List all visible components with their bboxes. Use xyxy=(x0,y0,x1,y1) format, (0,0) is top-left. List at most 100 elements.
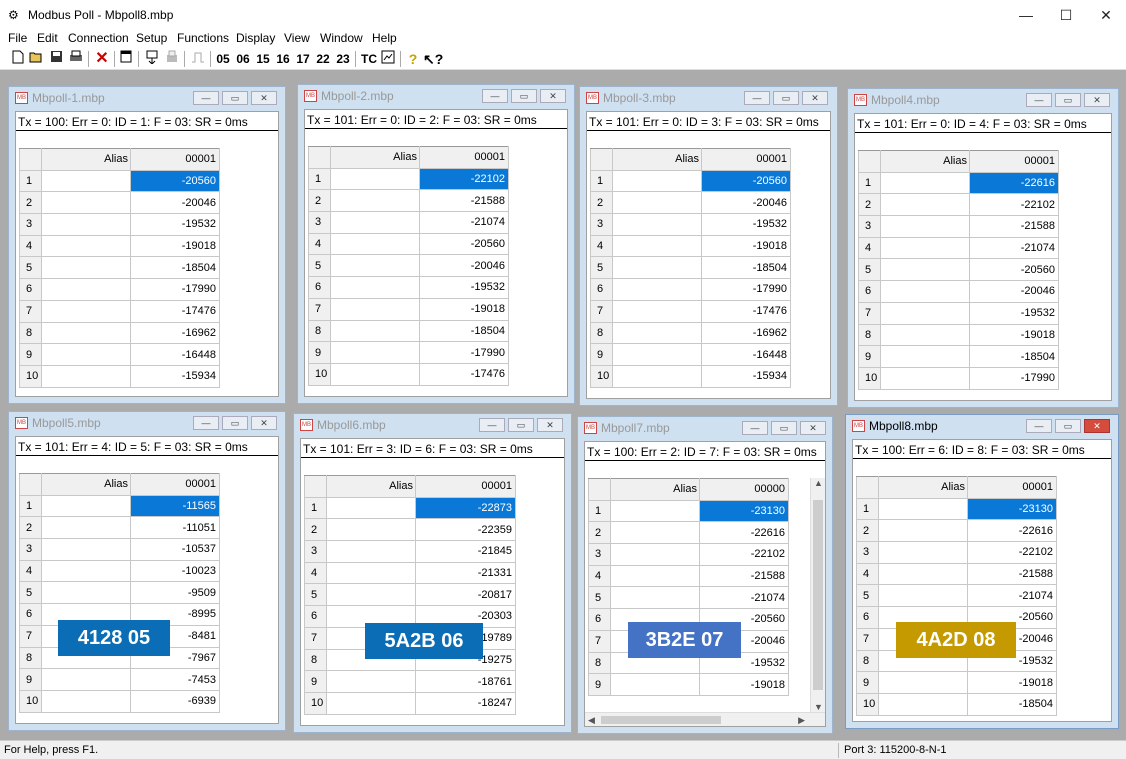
alias-cell[interactable] xyxy=(330,167,420,191)
value-cell[interactable]: -21074 xyxy=(967,584,1057,608)
alias-cell[interactable] xyxy=(330,232,420,256)
value-cell[interactable]: -21074 xyxy=(419,211,509,234)
alias-cell[interactable] xyxy=(880,366,970,390)
child-minimize-button[interactable]: — xyxy=(193,91,219,105)
new-icon[interactable] xyxy=(10,50,26,68)
scroll-up-icon[interactable]: ▲ xyxy=(811,478,825,488)
child-restore-button[interactable]: ▭ xyxy=(508,418,534,432)
child-close-button[interactable]: ✕ xyxy=(800,421,826,435)
fc-17-button[interactable]: 17 xyxy=(295,50,311,68)
context-help-icon[interactable]: ↖? xyxy=(423,50,443,68)
alias-cell[interactable] xyxy=(326,583,416,607)
horizontal-scrollbar[interactable]: ◀ ▶ xyxy=(585,712,825,726)
value-cell[interactable]: -22102 xyxy=(419,167,509,191)
alias-cell[interactable] xyxy=(41,213,131,236)
alias-cell[interactable] xyxy=(878,562,968,586)
value-cell[interactable]: -20046 xyxy=(419,254,509,278)
value-cell[interactable]: -20046 xyxy=(701,191,791,215)
alias-cell[interactable] xyxy=(330,341,420,364)
value-cell[interactable]: -19532 xyxy=(969,301,1059,325)
window-icon[interactable] xyxy=(118,50,134,68)
alias-cell[interactable] xyxy=(610,543,700,566)
value-cell[interactable]: -15934 xyxy=(701,364,791,388)
value-cell[interactable]: -19532 xyxy=(701,213,791,236)
alias-cell[interactable] xyxy=(326,561,416,585)
alias-cell[interactable] xyxy=(880,215,970,238)
child-minimize-button[interactable]: — xyxy=(479,418,505,432)
child-window-mbpoll6[interactable]: MB Mbpoll6.mbp — ▭ ✕ Tx = 101: Err = 3: … xyxy=(293,413,572,733)
alias-cell[interactable] xyxy=(326,518,416,542)
alias-cell[interactable] xyxy=(330,254,420,278)
child-restore-button[interactable]: ▭ xyxy=(222,91,248,105)
menu-view[interactable]: View xyxy=(284,31,310,45)
child-restore-button[interactable]: ▭ xyxy=(771,421,797,435)
alias-cell[interactable] xyxy=(610,499,700,523)
alias-cell[interactable] xyxy=(41,169,131,193)
value-cell[interactable]: -22102 xyxy=(967,541,1057,564)
value-cell[interactable]: -6939 xyxy=(130,689,220,713)
alias-cell[interactable] xyxy=(330,297,420,321)
alias-cell[interactable] xyxy=(41,191,131,215)
child-close-button[interactable]: ✕ xyxy=(251,91,277,105)
open-icon[interactable] xyxy=(28,50,44,68)
scroll-down-icon[interactable]: ▼ xyxy=(811,702,825,712)
value-cell[interactable]: -18504 xyxy=(130,256,220,280)
value-cell[interactable]: -11565 xyxy=(130,494,220,518)
child-close-button[interactable]: ✕ xyxy=(802,91,828,105)
value-cell[interactable]: -18247 xyxy=(415,691,516,715)
alias-cell[interactable] xyxy=(880,345,970,368)
child-minimize-button[interactable]: — xyxy=(744,91,770,105)
alias-cell[interactable] xyxy=(41,299,131,323)
alias-cell[interactable] xyxy=(610,564,700,588)
value-cell[interactable]: -22102 xyxy=(969,193,1059,217)
alias-cell[interactable] xyxy=(330,276,420,299)
value-cell[interactable]: -19018 xyxy=(699,673,789,696)
alias-cell[interactable] xyxy=(880,171,970,195)
value-cell[interactable]: -20817 xyxy=(415,583,516,607)
alias-cell[interactable] xyxy=(41,538,131,561)
value-cell[interactable]: -21588 xyxy=(419,189,509,213)
child-minimize-button[interactable]: — xyxy=(193,416,219,430)
value-cell[interactable]: -22873 xyxy=(415,496,516,520)
value-cell[interactable]: -16448 xyxy=(701,343,791,366)
alias-cell[interactable] xyxy=(612,299,702,323)
scroll-thumb[interactable] xyxy=(601,716,721,724)
child-caption[interactable]: MB Mbpoll-2.mbp — ▭ ✕ xyxy=(298,85,574,107)
alias-cell[interactable] xyxy=(326,540,416,563)
value-cell[interactable]: -23130 xyxy=(967,497,1057,521)
value-cell[interactable]: -18504 xyxy=(969,345,1059,368)
value-cell[interactable]: -16962 xyxy=(701,321,791,345)
read-icon[interactable] xyxy=(144,50,160,68)
alias-cell[interactable] xyxy=(612,191,702,215)
value-cell[interactable]: -21845 xyxy=(415,540,516,563)
close-button[interactable]: ✕ xyxy=(1086,4,1126,26)
alias-cell[interactable] xyxy=(878,671,968,694)
help-icon[interactable]: ? xyxy=(405,50,421,68)
alias-cell[interactable] xyxy=(330,362,420,386)
maximize-button[interactable]: ☐ xyxy=(1046,4,1086,26)
child-window-mbpoll8[interactable]: MB Mbpoll8.mbp — ▭ ✕ Tx = 100: Err = 6: … xyxy=(845,414,1119,729)
value-cell[interactable]: -22616 xyxy=(699,521,789,545)
child-restore-button[interactable]: ▭ xyxy=(222,416,248,430)
alias-cell[interactable] xyxy=(880,258,970,282)
alias-cell[interactable] xyxy=(612,256,702,280)
alias-cell[interactable] xyxy=(878,519,968,543)
value-cell[interactable]: -17476 xyxy=(130,299,220,323)
child-caption[interactable]: MB Mbpoll7.mbp — ▭ ✕ xyxy=(578,417,832,439)
child-window-mbpoll-2[interactable]: MB Mbpoll-2.mbp — ▭ ✕ Tx = 101: Err = 0:… xyxy=(297,84,575,404)
alias-cell[interactable] xyxy=(612,321,702,345)
value-cell[interactable]: -21588 xyxy=(969,215,1059,238)
alias-cell[interactable] xyxy=(41,494,131,518)
value-cell[interactable]: -20560 xyxy=(130,169,220,193)
alias-cell[interactable] xyxy=(41,689,131,713)
scroll-left-icon[interactable]: ◀ xyxy=(588,713,595,726)
alias-cell[interactable] xyxy=(326,691,416,715)
child-window-mbpoll5[interactable]: MB Mbpoll5.mbp — ▭ ✕ Tx = 101: Err = 4: … xyxy=(8,411,286,731)
value-cell[interactable]: -7453 xyxy=(130,668,220,691)
minimize-button[interactable]: — xyxy=(1006,4,1046,26)
value-cell[interactable]: -19018 xyxy=(419,297,509,321)
alias-cell[interactable] xyxy=(612,213,702,236)
alias-cell[interactable] xyxy=(41,321,131,345)
alias-cell[interactable] xyxy=(330,319,420,343)
alias-cell[interactable] xyxy=(880,301,970,325)
